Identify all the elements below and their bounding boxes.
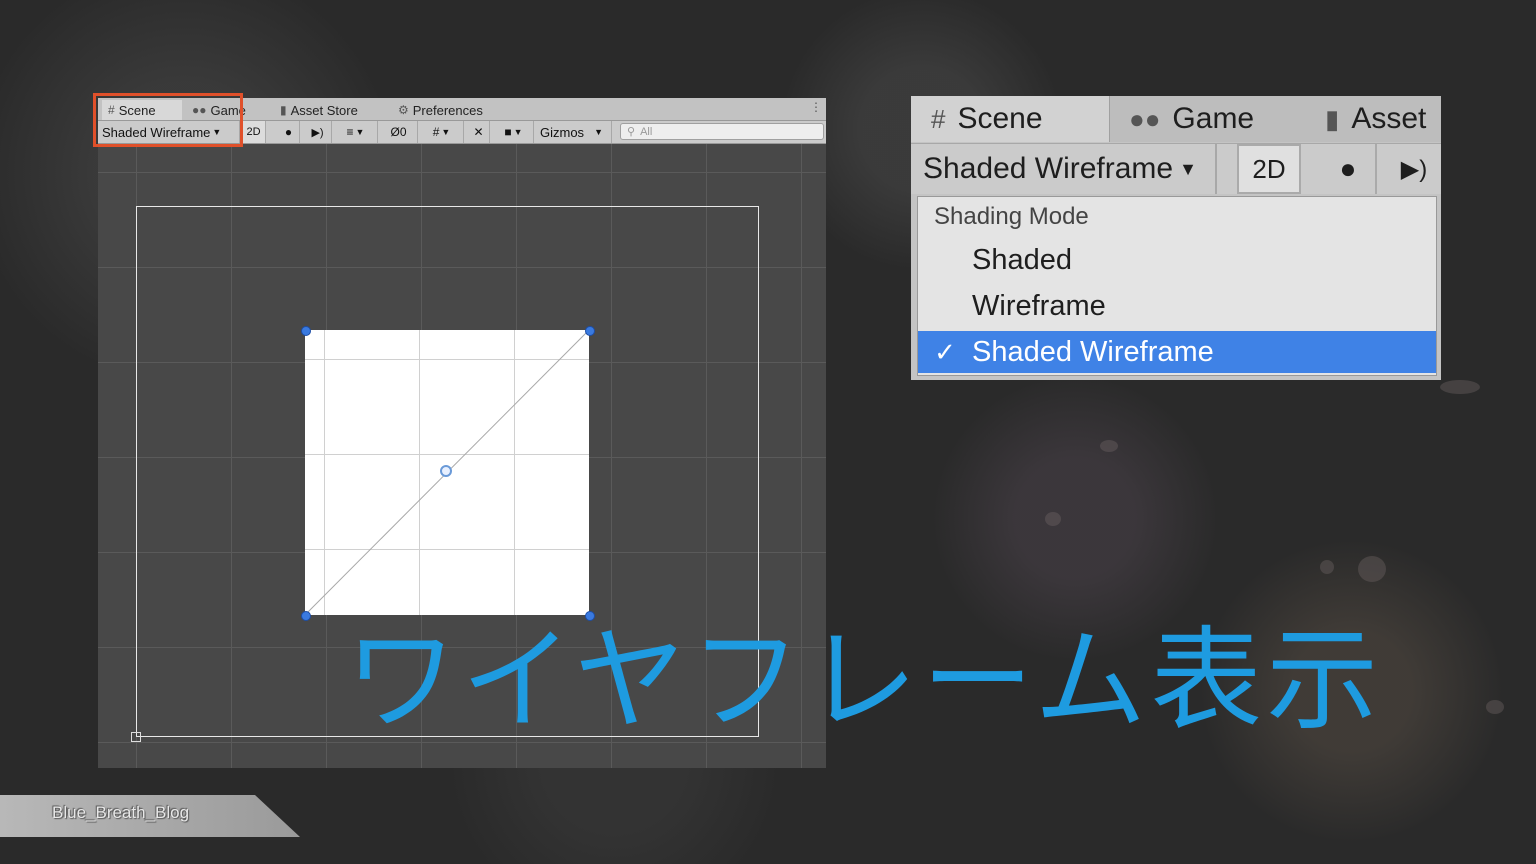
- gamepad-icon: ●●: [1129, 103, 1161, 134]
- zoom-2d-toggle[interactable]: 2D: [1237, 144, 1301, 194]
- menu-item-shaded-wireframe[interactable]: ✓ Shaded Wireframe: [918, 331, 1436, 373]
- zoom-tab-game[interactable]: ●● Game: [1129, 96, 1254, 142]
- hidden-objects-toggle[interactable]: Ø 0: [380, 121, 418, 143]
- bg-speck: [1320, 560, 1334, 574]
- menu-item-label: Shaded Wireframe: [972, 335, 1214, 368]
- corner-handle[interactable]: [301, 326, 311, 336]
- zoom-tab-asset[interactable]: ▮ Asset: [1325, 96, 1426, 142]
- audio-icon: ▶): [311, 126, 324, 139]
- shopping-bag-icon: ▮: [1325, 103, 1340, 134]
- bg-speck: [1486, 700, 1504, 714]
- zoom-2d-label: 2D: [1252, 153, 1286, 184]
- zoom-tab-scene[interactable]: # Scene: [911, 96, 1110, 142]
- 2d-toggle[interactable]: 2D: [242, 121, 266, 143]
- hidden-count: 0: [399, 125, 407, 139]
- bg-speck: [1100, 440, 1118, 452]
- tab-asset-store[interactable]: ▮ Asset Store: [280, 100, 358, 120]
- grid-snap-dropdown[interactable]: # ▼: [420, 121, 464, 143]
- grid-hash-icon: #: [931, 103, 946, 134]
- lightbulb-icon: ●: [1339, 153, 1357, 184]
- lighting-toggle[interactable]: ●: [278, 121, 300, 143]
- tab-preferences[interactable]: ⚙ Preferences: [398, 100, 483, 120]
- sprite-object[interactable]: [301, 326, 595, 621]
- checkmark-icon: ✓: [934, 336, 956, 367]
- menu-item-wireframe[interactable]: Wireframe: [918, 285, 1436, 327]
- corner-handle[interactable]: [301, 611, 311, 621]
- corner-marker: [131, 732, 141, 742]
- tab-asset-store-label: Asset Store: [290, 102, 358, 118]
- search-icon: ⚲: [627, 126, 636, 138]
- search-placeholder: All: [640, 125, 653, 138]
- blog-banner-label: Blue_Breath_Blog: [52, 803, 190, 822]
- corner-handle[interactable]: [585, 326, 595, 336]
- effects-icon: ≡: [346, 125, 354, 139]
- chevron-down-icon: ▼: [441, 127, 451, 137]
- chevron-down-icon: ▼: [594, 127, 603, 137]
- caption-title: ワイヤフレーム表示: [345, 616, 1383, 746]
- gizmos-label: Gizmos: [540, 124, 585, 140]
- highlight-box: [93, 93, 243, 147]
- chevron-down-icon: ▼: [1179, 158, 1197, 179]
- 2d-label: 2D: [246, 126, 261, 138]
- zoom-tab-scene-label: Scene: [957, 102, 1043, 135]
- audio-toggle[interactable]: ▶): [304, 121, 332, 143]
- more-options-icon[interactable]: ⋮: [810, 100, 822, 114]
- zoom-toolbar: Shaded Wireframe ▼ 2D ● ▶): [911, 143, 1441, 194]
- grid-snap-icon: #: [432, 125, 440, 139]
- audio-icon: ▶): [1400, 155, 1428, 183]
- shopping-bag-icon: ▮: [280, 103, 287, 117]
- shading-mode-menu: Shading Mode Shaded Wireframe ✓ Shaded W…: [917, 196, 1437, 376]
- search-input[interactable]: ⚲ All: [620, 123, 824, 140]
- bg-speck: [1045, 512, 1061, 526]
- chevron-down-icon: ▼: [513, 127, 523, 137]
- zoom-tab-game-label: Game: [1172, 102, 1255, 135]
- tools-icon: ✕: [473, 125, 484, 139]
- bg-speck: [1440, 380, 1480, 394]
- zoom-shading-mode-dropdown[interactable]: Shaded Wireframe ▼: [923, 144, 1217, 194]
- zoom-shading-mode-label: Shaded Wireframe: [923, 152, 1174, 185]
- camera-dropdown[interactable]: ■ ▼: [494, 121, 534, 143]
- lightbulb-icon: ●: [284, 125, 293, 139]
- zoom-audio-toggle[interactable]: ▶): [1387, 144, 1441, 194]
- effects-dropdown[interactable]: ≡ ▼: [334, 121, 378, 143]
- tools-toggle[interactable]: ✕: [468, 121, 490, 143]
- hidden-eye-icon: Ø: [390, 125, 400, 139]
- menu-item-label: Shaded: [972, 243, 1072, 276]
- tab-preferences-label: Preferences: [412, 102, 483, 118]
- menu-item-shaded[interactable]: Shaded: [918, 239, 1436, 281]
- zoom-tab-bar: # Scene ●● Game ▮ Asset: [911, 96, 1441, 142]
- chevron-down-icon: ▼: [355, 127, 365, 137]
- camera-icon: ■: [504, 125, 512, 139]
- gear-icon: ⚙: [398, 103, 409, 117]
- menu-header: Shading Mode: [934, 203, 1089, 230]
- menu-item-label: Wireframe: [972, 289, 1106, 322]
- pivot-handle[interactable]: [440, 465, 452, 477]
- bg-speck: [1358, 556, 1386, 582]
- zoom-lighting-toggle[interactable]: ●: [1321, 144, 1377, 194]
- zoom-tab-asset-label: Asset: [1351, 102, 1427, 135]
- zoomed-panel: # Scene ●● Game ▮ Asset Shaded Wireframe…: [911, 96, 1441, 380]
- gizmos-dropdown[interactable]: Gizmos ▼: [536, 121, 612, 143]
